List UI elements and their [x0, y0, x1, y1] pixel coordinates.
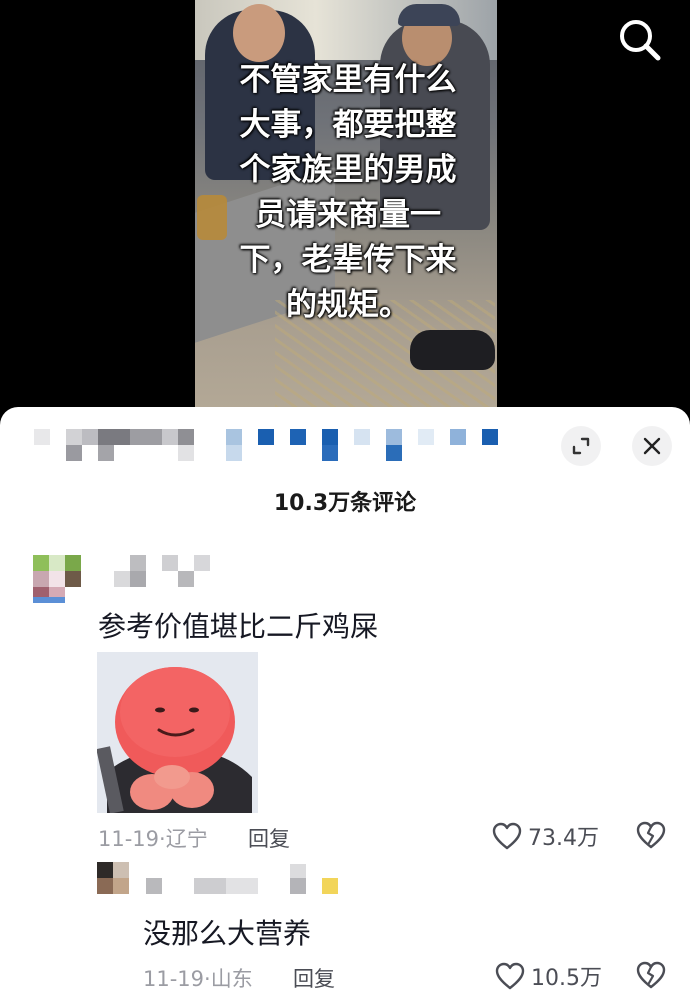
collapse-icon	[572, 437, 590, 455]
comment-text: 参考价值堪比二斤鸡屎	[98, 610, 379, 643]
avatar[interactable]	[97, 862, 129, 894]
comment-sticker-image[interactable]	[97, 652, 258, 813]
broken-heart-icon	[636, 961, 666, 989]
video-caption: 不管家里有什么 大事，都要把整 个家族里的男成 员请来商量一 下，老辈传下来 的…	[239, 62, 457, 323]
reply-button[interactable]: 回复	[248, 823, 290, 853]
close-icon	[643, 437, 661, 455]
like-button[interactable]: 10.5万	[495, 960, 602, 991]
close-button[interactable]	[632, 426, 672, 466]
like-count: 73.4万	[528, 826, 599, 851]
collapse-button[interactable]	[561, 426, 601, 466]
comment-sheet: 10.3万条评论 参考价值堪比二斤鸡屎 11-19·辽宁 回复 73.4万 没那…	[0, 407, 690, 991]
avatar[interactable]	[33, 555, 81, 603]
video-frame[interactable]: 不管家里有什么 大事，都要把整 个家族里的男成 员请来商量一 下，老辈传下来 的…	[195, 0, 497, 408]
avatar-image	[97, 862, 129, 894]
dislike-button[interactable]	[636, 961, 666, 991]
video-area[interactable]: 不管家里有什么 大事，都要把整 个家族里的男成 员请来商量一 下，老辈传下来 的…	[0, 0, 690, 420]
like-count: 10.5万	[531, 966, 602, 991]
search-button[interactable]	[616, 16, 664, 64]
heart-icon	[492, 822, 522, 850]
reply-button[interactable]: 回复	[293, 963, 335, 991]
comment-count: 10.3万条评论	[273, 491, 417, 516]
comment-date-location: 11-19·山东	[143, 967, 253, 991]
sticker-emoji-image	[97, 652, 258, 813]
dislike-button[interactable]	[636, 821, 666, 853]
video-shoe	[410, 330, 495, 370]
search-icon	[620, 20, 661, 61]
broken-heart-icon	[636, 821, 666, 849]
comment-date-location: 11-19·辽宁	[98, 827, 208, 851]
heart-icon	[495, 962, 525, 990]
comment-text: 没那么大营养	[143, 917, 312, 950]
avatar-image	[33, 555, 81, 603]
like-button[interactable]: 73.4万	[492, 820, 599, 852]
